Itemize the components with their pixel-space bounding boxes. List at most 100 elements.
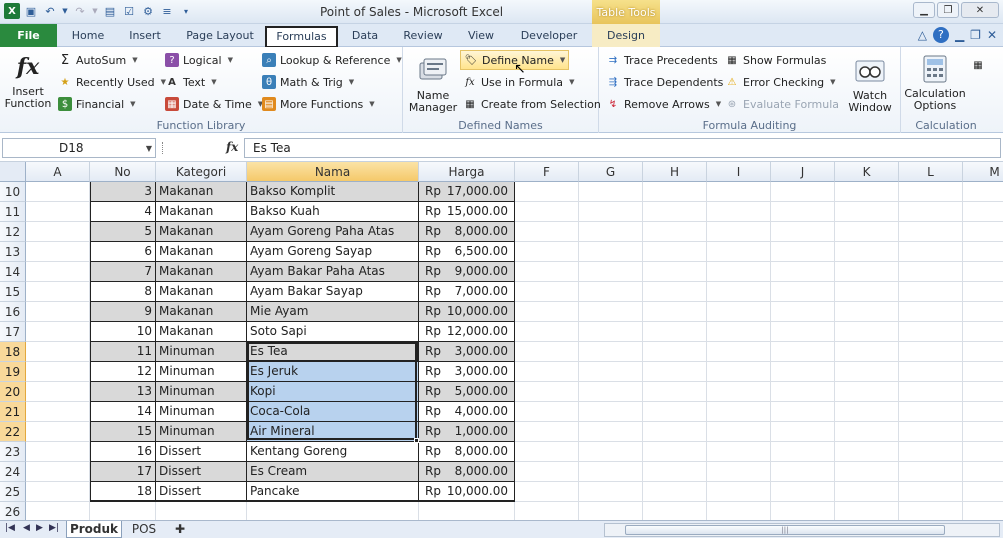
- cell[interactable]: [515, 342, 579, 362]
- watch-window-button[interactable]: Watch Window: [843, 55, 897, 114]
- cell[interactable]: [771, 442, 835, 462]
- worksheet-grid[interactable]: A No Kategori Nama Harga F G H I J K L M 10 3 Makanan Ba…: [0, 162, 1003, 520]
- cell[interactable]: [515, 382, 579, 402]
- financial-button[interactable]: $ Financial ▼: [58, 94, 136, 114]
- cell[interactable]: [579, 302, 643, 322]
- cell[interactable]: [899, 182, 963, 202]
- cell[interactable]: [90, 502, 156, 520]
- table-cell-kategori[interactable]: Makanan: [156, 242, 247, 262]
- cell[interactable]: [579, 382, 643, 402]
- help-icon[interactable]: ?: [932, 27, 949, 43]
- cell[interactable]: [26, 382, 90, 402]
- math-trig-button[interactable]: θ Math & Trig ▼: [262, 72, 354, 92]
- align-icon[interactable]: ≡: [159, 3, 175, 19]
- table-cell-nama[interactable]: Air Mineral: [247, 422, 419, 442]
- cell[interactable]: [899, 242, 963, 262]
- cell[interactable]: [643, 302, 707, 322]
- table-cell-harga[interactable]: Rp 10,000.00: [419, 482, 515, 502]
- table-cell-nama[interactable]: Kopi: [247, 382, 419, 402]
- cell[interactable]: [515, 502, 579, 520]
- cell[interactable]: [515, 202, 579, 222]
- cell[interactable]: [643, 362, 707, 382]
- cell[interactable]: [26, 222, 90, 242]
- table-cell-kategori[interactable]: Makanan: [156, 202, 247, 222]
- table-cell-no[interactable]: 4: [90, 202, 156, 222]
- row-header[interactable]: 20: [0, 382, 26, 402]
- cell[interactable]: [835, 282, 899, 302]
- cell[interactable]: [899, 362, 963, 382]
- chevron-down-icon[interactable]: ▼: [146, 140, 152, 158]
- table-cell-no[interactable]: 13: [90, 382, 156, 402]
- cell[interactable]: [515, 322, 579, 342]
- cell[interactable]: [963, 322, 1003, 342]
- doc-restore-icon[interactable]: ❐: [970, 28, 981, 42]
- cell[interactable]: [899, 322, 963, 342]
- cell[interactable]: [899, 462, 963, 482]
- row-header[interactable]: 18: [0, 342, 26, 362]
- cell[interactable]: [771, 422, 835, 442]
- table-cell-no[interactable]: 9: [90, 302, 156, 322]
- cell[interactable]: [899, 402, 963, 422]
- cell[interactable]: [579, 182, 643, 202]
- cell[interactable]: [26, 502, 90, 520]
- table-cell-nama[interactable]: Pancake: [247, 482, 419, 502]
- cell[interactable]: [579, 202, 643, 222]
- cell[interactable]: [26, 482, 90, 502]
- row-header[interactable]: 13: [0, 242, 26, 262]
- tab-insert[interactable]: Insert: [120, 26, 170, 47]
- minimize-icon[interactable]: ▁: [913, 2, 935, 18]
- table-cell-harga[interactable]: Rp 5,000.00: [419, 382, 515, 402]
- table-cell-harga[interactable]: Rp 10,000.00: [419, 302, 515, 322]
- table-cell-no[interactable]: 5: [90, 222, 156, 242]
- cell[interactable]: [515, 182, 579, 202]
- next-sheet-icon[interactable]: ▶: [36, 523, 43, 533]
- check-icon[interactable]: ☑: [121, 3, 137, 19]
- error-checking-button[interactable]: ⚠ Error Checking ▼: [725, 72, 836, 92]
- first-sheet-icon[interactable]: |◀: [5, 523, 15, 533]
- trace-precedents-button[interactable]: ⇉ Trace Precedents: [606, 50, 718, 70]
- cell[interactable]: [899, 482, 963, 502]
- cell[interactable]: [835, 442, 899, 462]
- row-header[interactable]: 11: [0, 202, 26, 222]
- cell[interactable]: [643, 502, 707, 520]
- cell[interactable]: [899, 382, 963, 402]
- cell[interactable]: [835, 462, 899, 482]
- table-cell-nama[interactable]: Ayam Goreng Sayap: [247, 242, 419, 262]
- text-button[interactable]: A Text ▼: [165, 72, 217, 92]
- cell[interactable]: [707, 382, 771, 402]
- cell[interactable]: [515, 402, 579, 422]
- cell[interactable]: [771, 222, 835, 242]
- cell[interactable]: [579, 422, 643, 442]
- name-box[interactable]: D18 ▼: [2, 138, 156, 158]
- cell[interactable]: [579, 342, 643, 362]
- table-cell-no[interactable]: 15: [90, 422, 156, 442]
- cell[interactable]: [707, 302, 771, 322]
- cell[interactable]: [963, 222, 1003, 242]
- insert-function-button[interactable]: fx Insert Function: [4, 51, 52, 110]
- cell[interactable]: [835, 222, 899, 242]
- cell[interactable]: [899, 282, 963, 302]
- column-header[interactable]: Kategori: [156, 162, 247, 182]
- tab-formulas[interactable]: Formulas: [265, 26, 338, 48]
- cell[interactable]: [643, 382, 707, 402]
- cell[interactable]: [963, 442, 1003, 462]
- cell[interactable]: [26, 342, 90, 362]
- table-cell-harga[interactable]: Rp 3,000.00: [419, 362, 515, 382]
- fill-handle[interactable]: [414, 438, 419, 443]
- table-cell-nama[interactable]: Mie Ayam: [247, 302, 419, 322]
- cell[interactable]: [771, 382, 835, 402]
- cell[interactable]: [963, 202, 1003, 222]
- insert-sheet-icon[interactable]: ✚: [168, 521, 192, 538]
- cell[interactable]: [26, 302, 90, 322]
- cell[interactable]: [707, 502, 771, 520]
- table-cell-harga[interactable]: Rp 17,000.00: [419, 182, 515, 202]
- close-icon[interactable]: ✕: [961, 2, 999, 18]
- row-header[interactable]: 14: [0, 262, 26, 282]
- cell[interactable]: [771, 482, 835, 502]
- table-cell-nama[interactable]: Es Cream: [247, 462, 419, 482]
- cell[interactable]: [899, 202, 963, 222]
- date-time-button[interactable]: ▦ Date & Time ▼: [165, 94, 263, 114]
- cell[interactable]: [771, 262, 835, 282]
- tab-design[interactable]: Design: [592, 24, 660, 47]
- cell[interactable]: [515, 242, 579, 262]
